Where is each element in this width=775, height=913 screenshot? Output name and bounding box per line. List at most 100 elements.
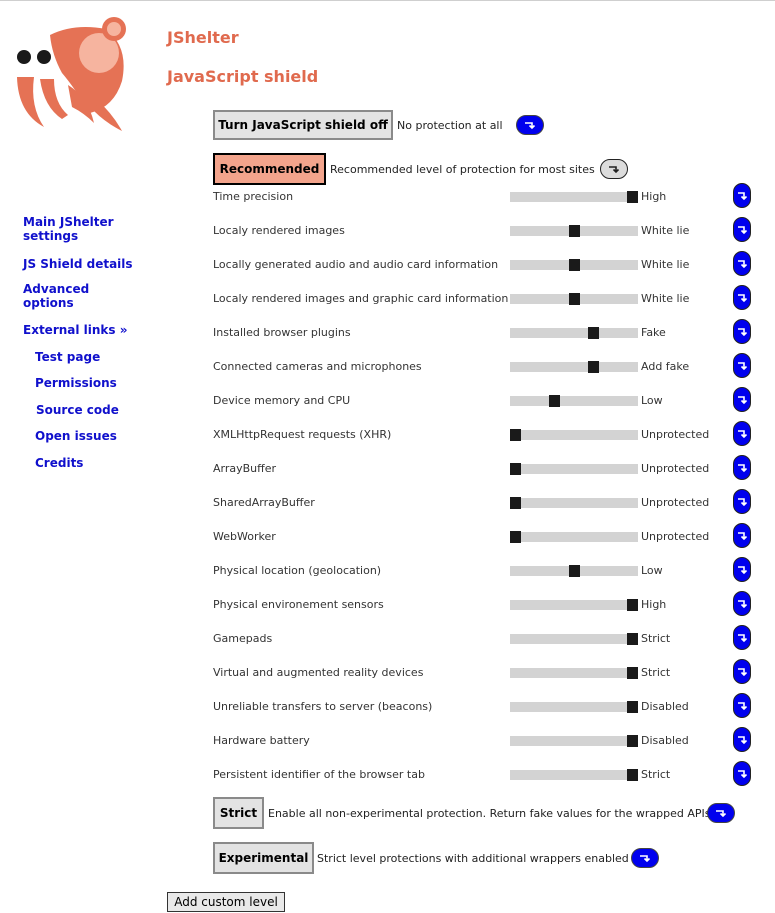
slider-thumb[interactable]: [588, 327, 599, 339]
nav-permissions[interactable]: Permissions: [35, 376, 117, 390]
setting-help-button[interactable]: [733, 557, 751, 582]
setting-help-button[interactable]: [733, 285, 751, 310]
off-description: No protection at all: [397, 119, 503, 132]
nav-advanced-options[interactable]: Advanced options: [23, 282, 93, 310]
help-arrow-icon: [738, 565, 748, 574]
slider-thumb[interactable]: [569, 293, 580, 305]
setting-label: Persistent identifier of the browser tab: [213, 768, 425, 781]
slider-thumb[interactable]: [510, 531, 521, 543]
setting-slider[interactable]: [510, 667, 638, 679]
setting-help-button[interactable]: [733, 659, 751, 684]
setting-help-button[interactable]: [733, 421, 751, 446]
setting-label: Physical location (geolocation): [213, 564, 382, 577]
nav-test-page[interactable]: Test page: [35, 350, 100, 364]
help-arrow-icon: [738, 361, 748, 370]
slider-thumb[interactable]: [627, 633, 638, 645]
setting-value: White lie: [641, 258, 690, 271]
setting-help-button[interactable]: [733, 523, 751, 548]
slider-thumb[interactable]: [627, 769, 638, 781]
setting-help-button[interactable]: [733, 761, 751, 786]
help-arrow-icon: [738, 701, 748, 710]
setting-label: Unreliable transfers to server (beacons): [213, 700, 433, 713]
nav-open-issues[interactable]: Open issues: [35, 429, 117, 443]
slider-thumb[interactable]: [549, 395, 560, 407]
setting-help-button[interactable]: [733, 591, 751, 616]
setting-help-button[interactable]: [733, 693, 751, 718]
setting-help-button[interactable]: [733, 353, 751, 378]
setting-label: Device memory and CPU: [213, 394, 351, 407]
help-arrow-icon: [738, 531, 748, 540]
setting-label: XMLHttpRequest requests (XHR): [213, 428, 392, 441]
jshelter-logo: [17, 17, 126, 131]
help-arrow-icon: [738, 769, 748, 778]
setting-help-button[interactable]: [733, 387, 751, 412]
setting-help-button[interactable]: [733, 455, 751, 480]
off-help-button[interactable]: [516, 115, 544, 135]
setting-label: Installed browser plugins: [213, 326, 351, 339]
help-arrow-icon: [738, 599, 748, 608]
setting-help-button[interactable]: [733, 217, 751, 242]
setting-slider[interactable]: [510, 769, 638, 781]
help-arrow-icon: [738, 191, 748, 200]
strict-help-button[interactable]: [707, 803, 735, 823]
setting-help-button[interactable]: [733, 183, 751, 208]
setting-slider[interactable]: [510, 735, 638, 747]
slider-thumb[interactable]: [569, 565, 580, 577]
nav-external-links[interactable]: External links »: [23, 323, 127, 337]
experimental-description: Strict level protections with additional…: [317, 852, 629, 865]
setting-slider[interactable]: [510, 565, 638, 577]
setting-slider[interactable]: [510, 463, 638, 475]
setting-help-button[interactable]: [733, 727, 751, 752]
help-arrow-icon: [738, 633, 748, 642]
experimental-help-button[interactable]: [631, 848, 659, 868]
setting-slider[interactable]: [510, 225, 638, 237]
setting-slider[interactable]: [510, 361, 638, 373]
setting-slider[interactable]: [510, 395, 638, 407]
slider-thumb[interactable]: [510, 463, 521, 475]
setting-slider[interactable]: [510, 599, 638, 611]
setting-slider[interactable]: [510, 429, 638, 441]
slider-thumb[interactable]: [588, 361, 599, 373]
setting-slider[interactable]: [510, 191, 638, 203]
setting-value: High: [641, 190, 667, 203]
setting-value: Add fake: [641, 360, 690, 373]
setting-slider[interactable]: [510, 531, 638, 543]
setting-value: Disabled: [641, 734, 689, 747]
recommended-help-button[interactable]: [600, 159, 628, 179]
slider-thumb[interactable]: [627, 191, 638, 203]
nav-main-settings[interactable]: Main JShelter settings: [23, 215, 118, 243]
setting-value: Unprotected: [641, 462, 710, 475]
setting-help-button[interactable]: [733, 251, 751, 276]
turn-shield-off-button[interactable]: Turn JavaScript shield off: [213, 110, 393, 140]
add-custom-level-button[interactable]: Add custom level: [167, 892, 285, 912]
slider-thumb[interactable]: [627, 735, 638, 747]
nav-source-code[interactable]: Source code: [36, 403, 119, 417]
slider-thumb[interactable]: [627, 667, 638, 679]
setting-help-button[interactable]: [733, 489, 751, 514]
strict-button[interactable]: Strict: [213, 797, 264, 829]
slider-thumb[interactable]: [510, 429, 521, 441]
nav-js-shield-details[interactable]: JS Shield details: [23, 257, 133, 271]
slider-thumb[interactable]: [510, 497, 521, 509]
slider-thumb[interactable]: [627, 599, 638, 611]
experimental-button[interactable]: Experimental: [213, 842, 314, 874]
setting-slider[interactable]: [510, 633, 638, 645]
slider-thumb[interactable]: [569, 225, 580, 237]
setting-slider[interactable]: [510, 497, 638, 509]
setting-label: Connected cameras and microphones: [213, 360, 422, 373]
help-arrow-icon: [609, 166, 620, 174]
setting-slider[interactable]: [510, 259, 638, 271]
setting-slider[interactable]: [510, 327, 638, 339]
help-arrow-icon: [738, 395, 748, 404]
help-arrow-icon: [640, 855, 651, 863]
setting-slider[interactable]: [510, 701, 638, 713]
setting-slider[interactable]: [510, 293, 638, 305]
strict-description: Enable all non-experimental protection. …: [268, 807, 711, 820]
slider-thumb[interactable]: [627, 701, 638, 713]
nav-credits[interactable]: Credits: [35, 456, 83, 470]
setting-help-button[interactable]: [733, 319, 751, 344]
setting-help-button[interactable]: [733, 625, 751, 650]
slider-thumb[interactable]: [569, 259, 580, 271]
recommended-button[interactable]: Recommended: [213, 153, 326, 185]
setting-value: High: [641, 598, 667, 611]
